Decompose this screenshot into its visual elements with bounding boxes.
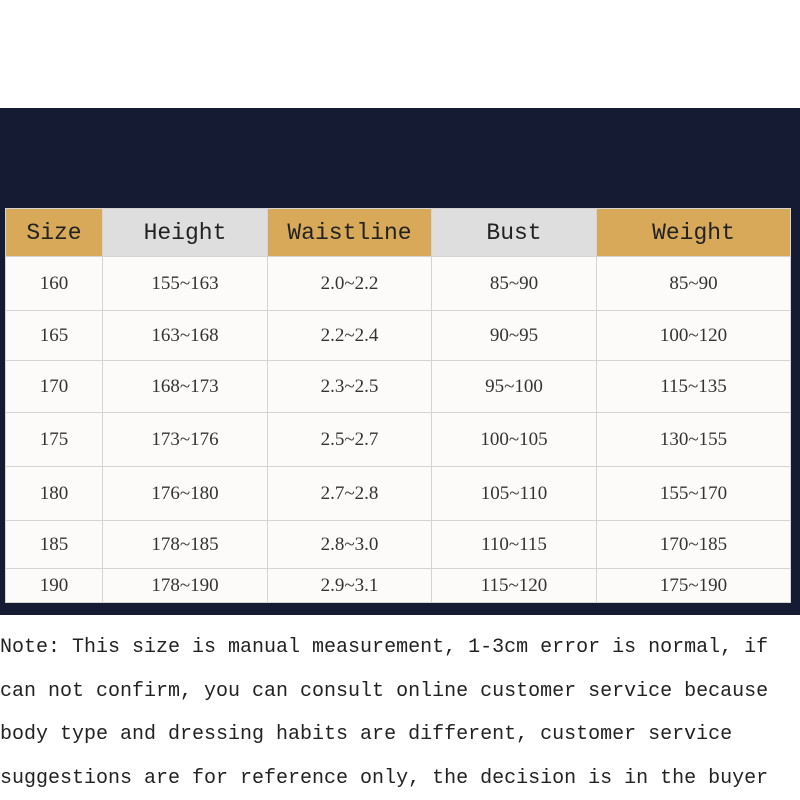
table-cell: 85~90 [431,256,597,311]
table-cell: 160 [5,256,103,311]
table-cell: 105~110 [431,466,597,521]
table-cell: 185 [5,520,103,569]
table-cell: 175~190 [596,568,791,603]
table-cell: 155~170 [596,466,791,521]
column-header-height: Height [102,208,268,257]
column-header-size: Size [5,208,103,257]
note-line: can not confirm, you can consult online … [0,679,769,703]
table-row: 185 178~185 2.8~3.0 110~115 170~185 [5,520,791,569]
note-line: body type and dressing habits are differ… [0,723,733,746]
table-cell: 100~120 [596,310,791,361]
table-cell: 130~155 [596,412,791,467]
table-cell: 90~95 [431,310,597,361]
table-cell: 155~163 [102,256,268,311]
table-cell: 2.3~2.5 [267,360,432,413]
table-cell: 170~185 [596,520,791,569]
table-cell: 176~180 [102,466,268,521]
column-header-bust: Bust [431,208,597,257]
table-row: 165 163~168 2.2~2.4 90~95 100~120 [5,310,791,361]
table-cell: 2.7~2.8 [267,466,432,521]
table-cell: 2.8~3.0 [267,520,432,569]
column-header-waistline: Waistline [267,208,432,257]
table-cell: 180 [5,466,103,521]
note-line: Note: This size is manual measurement, 1… [0,636,769,659]
table-cell: 165 [5,310,103,361]
table-cell: 110~115 [431,520,597,569]
size-chart-table: Size Height Waistline Bust Weight 160 155~163… [5,208,791,603]
size-note: Note: This size is manual measurement, 1… [0,626,800,800]
table-cell: 170 [5,360,103,413]
table-row: 160 155~163 2.0~2.2 85~90 85~90 [5,256,791,311]
table-cell: 175 [5,412,103,467]
table-cell: 95~100 [431,360,597,413]
table-cell: 178~185 [102,520,268,569]
header-row: Size Height Waistline Bust Weight [5,208,791,257]
table-cell: 115~120 [431,568,597,603]
table-cell: 178~190 [102,568,268,603]
table-cell: 2.0~2.2 [267,256,432,311]
note-line: suggestions are for reference only, the … [0,766,769,790]
table-cell: 85~90 [596,256,791,311]
table-row: 180 176~180 2.7~2.8 105~110 155~170 [5,466,791,521]
table-cell: 2.2~2.4 [267,310,432,361]
table-cell: 173~176 [102,412,268,467]
table-cell: 163~168 [102,310,268,361]
table-cell: 100~105 [431,412,597,467]
table-row: 175 173~176 2.5~2.7 100~105 130~155 [5,412,791,467]
table-cell: 2.9~3.1 [267,568,432,603]
table-body: 160 155~163 2.0~2.2 85~90 85~90 165 163~168 2.2… [5,256,791,603]
table-cell: 115~135 [596,360,791,413]
table-cell: 2.5~2.7 [267,412,432,467]
table-cell: 190 [5,568,103,603]
table-row: 190 178~190 2.9~3.1 115~120 175~190 [5,568,791,603]
table-row: 170 168~173 2.3~2.5 95~100 115~135 [5,360,791,413]
table-cell: 168~173 [102,360,268,413]
column-header-weight: Weight [596,208,791,257]
